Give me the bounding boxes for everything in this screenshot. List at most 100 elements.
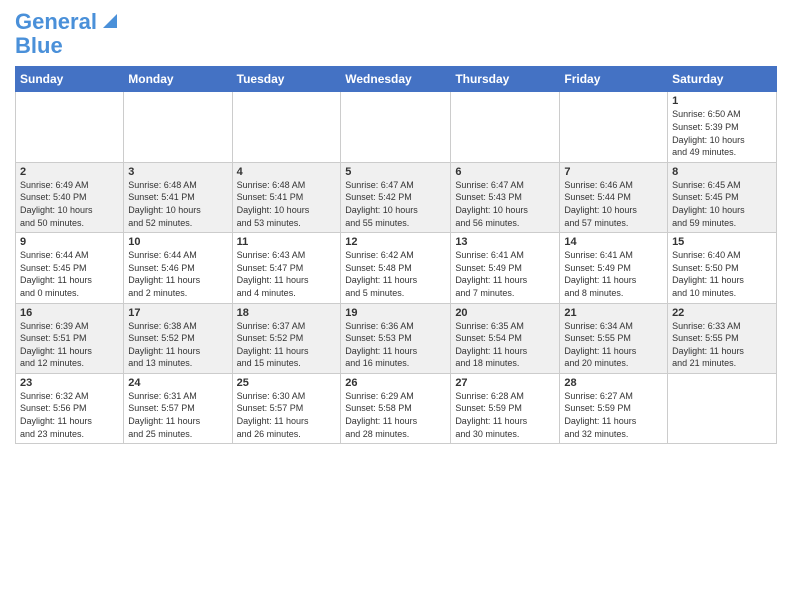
logo-arrow-icon <box>99 10 121 32</box>
calendar-header-row: SundayMondayTuesdayWednesdayThursdayFrid… <box>16 67 777 92</box>
day-number: 12 <box>345 236 446 248</box>
day-number: 27 <box>455 377 555 389</box>
day-info: Sunrise: 6:44 AM Sunset: 5:46 PM Dayligh… <box>128 249 227 299</box>
calendar-header-wednesday: Wednesday <box>341 67 451 92</box>
calendar-cell: 7Sunrise: 6:46 AM Sunset: 5:44 PM Daylig… <box>560 162 668 232</box>
day-info: Sunrise: 6:36 AM Sunset: 5:53 PM Dayligh… <box>345 320 446 370</box>
calendar-cell: 18Sunrise: 6:37 AM Sunset: 5:52 PM Dayli… <box>232 303 341 373</box>
calendar-header-saturday: Saturday <box>668 67 777 92</box>
day-info: Sunrise: 6:46 AM Sunset: 5:44 PM Dayligh… <box>564 179 663 229</box>
calendar-cell: 24Sunrise: 6:31 AM Sunset: 5:57 PM Dayli… <box>124 373 232 443</box>
calendar-cell: 17Sunrise: 6:38 AM Sunset: 5:52 PM Dayli… <box>124 303 232 373</box>
calendar-cell: 4Sunrise: 6:48 AM Sunset: 5:41 PM Daylig… <box>232 162 341 232</box>
day-info: Sunrise: 6:34 AM Sunset: 5:55 PM Dayligh… <box>564 320 663 370</box>
calendar-cell: 25Sunrise: 6:30 AM Sunset: 5:57 PM Dayli… <box>232 373 341 443</box>
calendar-cell: 2Sunrise: 6:49 AM Sunset: 5:40 PM Daylig… <box>16 162 124 232</box>
day-info: Sunrise: 6:33 AM Sunset: 5:55 PM Dayligh… <box>672 320 772 370</box>
day-number: 14 <box>564 236 663 248</box>
day-info: Sunrise: 6:49 AM Sunset: 5:40 PM Dayligh… <box>20 179 119 229</box>
calendar-cell: 23Sunrise: 6:32 AM Sunset: 5:56 PM Dayli… <box>16 373 124 443</box>
calendar-cell <box>560 92 668 162</box>
day-number: 3 <box>128 166 227 178</box>
calendar-cell: 27Sunrise: 6:28 AM Sunset: 5:59 PM Dayli… <box>451 373 560 443</box>
day-number: 13 <box>455 236 555 248</box>
day-number: 25 <box>237 377 337 389</box>
day-info: Sunrise: 6:45 AM Sunset: 5:45 PM Dayligh… <box>672 179 772 229</box>
day-number: 5 <box>345 166 446 178</box>
calendar-week-3: 16Sunrise: 6:39 AM Sunset: 5:51 PM Dayli… <box>16 303 777 373</box>
calendar-cell: 8Sunrise: 6:45 AM Sunset: 5:45 PM Daylig… <box>668 162 777 232</box>
day-number: 20 <box>455 307 555 319</box>
calendar-cell: 5Sunrise: 6:47 AM Sunset: 5:42 PM Daylig… <box>341 162 451 232</box>
calendar-cell: 1Sunrise: 6:50 AM Sunset: 5:39 PM Daylig… <box>668 92 777 162</box>
calendar-cell <box>124 92 232 162</box>
day-number: 23 <box>20 377 119 389</box>
day-info: Sunrise: 6:41 AM Sunset: 5:49 PM Dayligh… <box>455 249 555 299</box>
calendar-cell: 19Sunrise: 6:36 AM Sunset: 5:53 PM Dayli… <box>341 303 451 373</box>
day-info: Sunrise: 6:43 AM Sunset: 5:47 PM Dayligh… <box>237 249 337 299</box>
day-number: 17 <box>128 307 227 319</box>
day-info: Sunrise: 6:31 AM Sunset: 5:57 PM Dayligh… <box>128 390 227 440</box>
calendar-cell: 15Sunrise: 6:40 AM Sunset: 5:50 PM Dayli… <box>668 233 777 303</box>
logo-text: General <box>15 10 97 34</box>
day-info: Sunrise: 6:48 AM Sunset: 5:41 PM Dayligh… <box>128 179 227 229</box>
day-number: 1 <box>672 95 772 107</box>
day-number: 6 <box>455 166 555 178</box>
day-number: 2 <box>20 166 119 178</box>
logo-blue: Blue <box>15 34 121 58</box>
calendar-cell <box>232 92 341 162</box>
day-number: 10 <box>128 236 227 248</box>
calendar-cell: 16Sunrise: 6:39 AM Sunset: 5:51 PM Dayli… <box>16 303 124 373</box>
day-info: Sunrise: 6:39 AM Sunset: 5:51 PM Dayligh… <box>20 320 119 370</box>
day-info: Sunrise: 6:42 AM Sunset: 5:48 PM Dayligh… <box>345 249 446 299</box>
day-info: Sunrise: 6:37 AM Sunset: 5:52 PM Dayligh… <box>237 320 337 370</box>
day-number: 18 <box>237 307 337 319</box>
calendar-cell: 9Sunrise: 6:44 AM Sunset: 5:45 PM Daylig… <box>16 233 124 303</box>
day-number: 11 <box>237 236 337 248</box>
day-number: 15 <box>672 236 772 248</box>
day-info: Sunrise: 6:47 AM Sunset: 5:43 PM Dayligh… <box>455 179 555 229</box>
calendar-header-monday: Monday <box>124 67 232 92</box>
calendar-week-4: 23Sunrise: 6:32 AM Sunset: 5:56 PM Dayli… <box>16 373 777 443</box>
calendar-cell: 26Sunrise: 6:29 AM Sunset: 5:58 PM Dayli… <box>341 373 451 443</box>
day-info: Sunrise: 6:48 AM Sunset: 5:41 PM Dayligh… <box>237 179 337 229</box>
day-info: Sunrise: 6:27 AM Sunset: 5:59 PM Dayligh… <box>564 390 663 440</box>
day-number: 8 <box>672 166 772 178</box>
calendar-cell: 6Sunrise: 6:47 AM Sunset: 5:43 PM Daylig… <box>451 162 560 232</box>
logo: General Blue <box>15 10 121 58</box>
day-number: 4 <box>237 166 337 178</box>
calendar-header-sunday: Sunday <box>16 67 124 92</box>
day-info: Sunrise: 6:41 AM Sunset: 5:49 PM Dayligh… <box>564 249 663 299</box>
calendar-cell: 13Sunrise: 6:41 AM Sunset: 5:49 PM Dayli… <box>451 233 560 303</box>
calendar-cell <box>341 92 451 162</box>
day-info: Sunrise: 6:38 AM Sunset: 5:52 PM Dayligh… <box>128 320 227 370</box>
day-info: Sunrise: 6:35 AM Sunset: 5:54 PM Dayligh… <box>455 320 555 370</box>
calendar-week-1: 2Sunrise: 6:49 AM Sunset: 5:40 PM Daylig… <box>16 162 777 232</box>
calendar-cell <box>668 373 777 443</box>
calendar-header-thursday: Thursday <box>451 67 560 92</box>
day-number: 7 <box>564 166 663 178</box>
calendar-cell: 12Sunrise: 6:42 AM Sunset: 5:48 PM Dayli… <box>341 233 451 303</box>
calendar-cell: 22Sunrise: 6:33 AM Sunset: 5:55 PM Dayli… <box>668 303 777 373</box>
calendar-cell: 3Sunrise: 6:48 AM Sunset: 5:41 PM Daylig… <box>124 162 232 232</box>
day-number: 24 <box>128 377 227 389</box>
calendar-cell <box>16 92 124 162</box>
day-number: 9 <box>20 236 119 248</box>
day-info: Sunrise: 6:32 AM Sunset: 5:56 PM Dayligh… <box>20 390 119 440</box>
day-number: 26 <box>345 377 446 389</box>
calendar-cell: 11Sunrise: 6:43 AM Sunset: 5:47 PM Dayli… <box>232 233 341 303</box>
calendar-header-tuesday: Tuesday <box>232 67 341 92</box>
day-number: 22 <box>672 307 772 319</box>
calendar-week-2: 9Sunrise: 6:44 AM Sunset: 5:45 PM Daylig… <box>16 233 777 303</box>
day-info: Sunrise: 6:40 AM Sunset: 5:50 PM Dayligh… <box>672 249 772 299</box>
day-info: Sunrise: 6:50 AM Sunset: 5:39 PM Dayligh… <box>672 108 772 158</box>
page: General Blue SundayMondayTuesdayWednesda… <box>0 0 792 612</box>
calendar-cell: 28Sunrise: 6:27 AM Sunset: 5:59 PM Dayli… <box>560 373 668 443</box>
calendar-cell: 21Sunrise: 6:34 AM Sunset: 5:55 PM Dayli… <box>560 303 668 373</box>
day-number: 21 <box>564 307 663 319</box>
day-number: 16 <box>20 307 119 319</box>
day-info: Sunrise: 6:44 AM Sunset: 5:45 PM Dayligh… <box>20 249 119 299</box>
day-info: Sunrise: 6:47 AM Sunset: 5:42 PM Dayligh… <box>345 179 446 229</box>
day-info: Sunrise: 6:29 AM Sunset: 5:58 PM Dayligh… <box>345 390 446 440</box>
calendar: SundayMondayTuesdayWednesdayThursdayFrid… <box>15 66 777 444</box>
